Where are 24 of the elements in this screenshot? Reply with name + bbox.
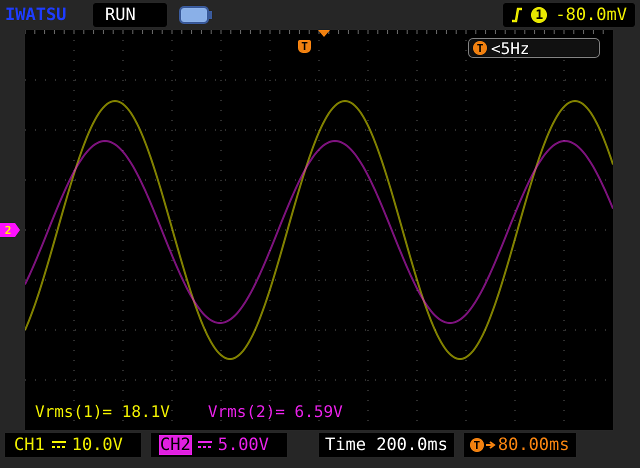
trigger-offset: 80.00ms: [498, 435, 570, 455]
volts-per-div: 5.00V: [218, 435, 269, 455]
measurement-readout: Vrms(1)= 18.1V: [35, 402, 170, 421]
channel-label: CH2: [159, 435, 192, 455]
brand-logo: IWATSU: [5, 5, 68, 25]
channel-label: CH1: [13, 435, 46, 455]
channel-scale[interactable]: CH2 5.00V: [151, 433, 287, 457]
measurement-readout: Vrms(2)= 6.59V: [208, 402, 343, 421]
trigger-source: 1: [531, 7, 548, 23]
dc-coupling-icon: [52, 441, 66, 449]
dc-coupling-icon: [198, 441, 212, 449]
trigger-marker: T: [298, 40, 311, 53]
channel-scale[interactable]: CH1 10.0V: [5, 433, 141, 457]
frequency-text: <5Hz: [491, 38, 530, 58]
volts-per-div: 10.0V: [72, 435, 123, 455]
trigger-level: -80.0mV: [555, 5, 627, 25]
rising-edge-icon: [511, 7, 524, 23]
trigger-badge: T: [470, 438, 484, 452]
trigger-badge: T: [473, 41, 487, 55]
arrow-icon: [486, 440, 496, 450]
battery-icon: [179, 6, 213, 24]
trigger-position-icon: [318, 30, 330, 37]
run-status: RUN: [93, 3, 167, 27]
timebase-readout[interactable]: Time 200.0ms: [319, 433, 454, 457]
